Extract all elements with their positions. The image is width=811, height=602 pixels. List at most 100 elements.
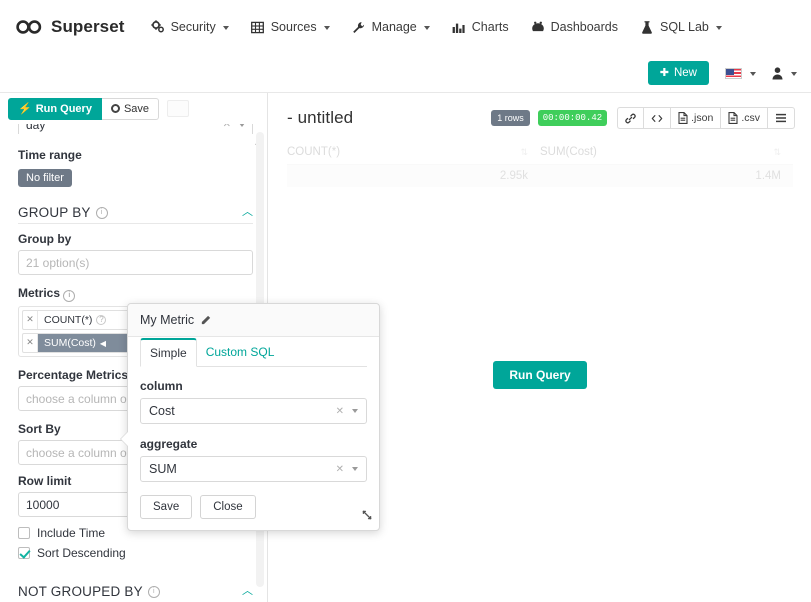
sort-descending-checkbox[interactable] xyxy=(18,547,30,559)
nav-item-manage[interactable]: Manage xyxy=(352,20,430,34)
nav-item-security[interactable]: Security xyxy=(150,20,229,34)
code-icon xyxy=(651,113,663,124)
clear-icon[interactable]: ✕ xyxy=(336,406,344,417)
include-time-checkbox[interactable] xyxy=(18,527,30,539)
extra-action-button[interactable] xyxy=(167,100,190,117)
popover-title: My Metric xyxy=(140,313,195,327)
view-query-button[interactable] xyxy=(643,107,671,129)
nav-item-sql-lab[interactable]: SQL Lab xyxy=(640,20,722,34)
group-by-placeholder: 21 option(s) xyxy=(26,255,90,270)
remove-icon[interactable]: ✕ xyxy=(23,311,38,329)
clear-icon[interactable]: ✕ xyxy=(223,124,231,130)
chevron-down-icon xyxy=(715,26,722,30)
remove-icon[interactable]: ✕ xyxy=(23,334,38,352)
save-query-button[interactable]: Save xyxy=(101,97,160,120)
group-by-section-title: GROUP BY i xyxy=(18,205,108,220)
info-icon[interactable]: i xyxy=(147,585,160,598)
chevron-up-icon[interactable]: ︿ xyxy=(242,586,253,597)
infinity-logo-icon xyxy=(16,20,42,34)
wrench-icon xyxy=(352,20,366,34)
nav-item-label: SQL Lab xyxy=(660,20,709,34)
aggregate-select[interactable]: SUM ✕ xyxy=(140,456,367,482)
sort-descending-checkbox-row[interactable]: Sort Descending xyxy=(18,546,253,560)
more-options-button[interactable] xyxy=(767,107,795,129)
chevron-down-icon xyxy=(791,72,797,76)
popover-arrow xyxy=(121,432,128,446)
time-grain-select[interactable]: day ✕ xyxy=(18,124,253,134)
info-icon[interactable]: i xyxy=(95,206,108,219)
export-json-button[interactable]: .json xyxy=(670,107,721,129)
clear-icon[interactable]: ✕ xyxy=(336,464,344,475)
user-menu[interactable] xyxy=(772,66,797,80)
user-icon xyxy=(772,66,783,80)
chevron-left-icon: ◀ xyxy=(99,338,107,348)
nav-item-label: Manage xyxy=(371,20,417,34)
select-actions: ✕ xyxy=(336,406,358,417)
group-by-label: Group by xyxy=(18,232,72,246)
group-by-select[interactable]: 21 option(s) xyxy=(18,250,253,275)
metric-chip-label: COUNT(*) xyxy=(44,314,93,326)
run-query-center-button[interactable]: Run Query xyxy=(493,361,587,389)
not-grouped-section-title: NOT GROUPED BY i xyxy=(18,584,160,599)
results-table: COUNT(*) ⇅ SUM(Cost) ⇅ 2.95k 1.4M xyxy=(287,143,793,187)
column-select[interactable]: Cost ✕ xyxy=(140,398,367,424)
export-json-label: .json xyxy=(691,112,714,124)
plus-icon: ✚ xyxy=(659,66,669,79)
close-popover-button[interactable]: Close xyxy=(200,495,256,519)
save-metric-button[interactable]: Save xyxy=(140,495,193,519)
nav-item-label: Dashboards xyxy=(550,20,618,34)
circle-icon xyxy=(110,104,120,113)
chevron-down-icon xyxy=(323,26,330,30)
table-column-header[interactable]: SUM(Cost) ⇅ xyxy=(540,146,793,158)
nav-item-charts[interactable]: Charts xyxy=(452,20,509,34)
chevron-down-icon xyxy=(352,467,358,471)
tab-simple[interactable]: Simple xyxy=(140,338,197,367)
select-actions: ✕ xyxy=(223,124,245,130)
nav-item-label: Security xyxy=(170,20,216,34)
sort-icon[interactable]: ⇅ xyxy=(520,147,528,158)
metrics-label: Metrics i xyxy=(18,286,253,302)
time-range-label: Time range xyxy=(18,148,82,162)
chevron-up-icon[interactable]: ︿ xyxy=(242,207,253,218)
rows-badge: 1 rows xyxy=(491,110,530,126)
page-body: ⚡ Run Query Save day ✕ Time range No fil… xyxy=(0,93,811,602)
group-by-section-header[interactable]: GROUP BY i ︿ xyxy=(18,205,253,224)
metric-editor-popover: My Metric Simple Custom SQL column Cost … xyxy=(121,303,380,531)
brand[interactable]: Superset xyxy=(16,17,125,37)
pencil-icon[interactable] xyxy=(200,315,211,326)
language-selector[interactable] xyxy=(725,67,756,79)
time-grain-value: day xyxy=(26,124,46,132)
chevron-down-icon xyxy=(750,72,756,76)
table-column-header[interactable]: COUNT(*) ⇅ xyxy=(287,146,540,158)
new-button[interactable]: ✚ New xyxy=(647,61,709,85)
tab-custom-sql[interactable]: Custom SQL xyxy=(197,338,284,367)
export-csv-button[interactable]: .csv xyxy=(720,107,767,129)
not-grouped-section-header[interactable]: NOT GROUPED BY i ︿ xyxy=(18,584,253,602)
export-csv-label: .csv xyxy=(741,112,760,124)
table-cell: 1.4M xyxy=(755,170,781,182)
bar-chart-icon xyxy=(452,20,466,34)
run-query-button[interactable]: ⚡ Run Query xyxy=(8,97,102,120)
query-toolbar: ⚡ Run Query Save xyxy=(0,93,267,124)
sort-descending-label: Sort Descending xyxy=(37,546,126,560)
time-range-value[interactable]: No filter xyxy=(18,169,72,187)
column-label: SUM(Cost) xyxy=(540,146,597,158)
nav-item-label: Sources xyxy=(270,20,317,34)
info-icon[interactable]: i xyxy=(63,290,76,302)
duration-badge: 00:00:00.42 xyxy=(537,110,608,126)
chevron-down-icon xyxy=(239,124,245,127)
us-flag-icon xyxy=(725,67,742,79)
nav-item-dashboards[interactable]: Dashboards xyxy=(531,20,618,34)
select-actions: ✕ xyxy=(336,464,358,475)
file-icon xyxy=(678,112,688,124)
share-link-button[interactable] xyxy=(617,107,644,129)
time-grain-field[interactable]: day ✕ xyxy=(18,124,253,134)
run-query-label: Run Query xyxy=(35,102,92,115)
sort-icon[interactable]: ⇅ xyxy=(773,147,781,158)
help-icon[interactable]: ? xyxy=(96,315,107,325)
time-range-group: Time range No filter xyxy=(18,148,253,187)
page-title[interactable]: - untitled xyxy=(287,108,353,128)
resize-grip-icon[interactable] xyxy=(361,509,373,524)
table-header-row: COUNT(*) ⇅ SUM(Cost) ⇅ xyxy=(287,143,793,165)
nav-item-sources[interactable]: Sources xyxy=(251,20,330,34)
